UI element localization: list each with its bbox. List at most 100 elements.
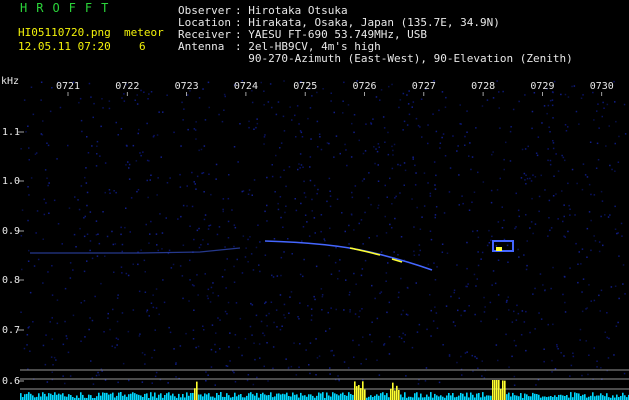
- noise-speck: [272, 346, 275, 348]
- noise-speck: [285, 185, 287, 188]
- noise-speck: [279, 328, 282, 331]
- noise-speck: [400, 337, 403, 340]
- noise-speck: [535, 152, 538, 154]
- noise-speck: [370, 122, 372, 124]
- noise-speck: [596, 142, 599, 145]
- noise-speck: [333, 354, 335, 357]
- noise-speck: [265, 314, 268, 317]
- noise-speck: [461, 195, 463, 197]
- noise-speck: [140, 249, 142, 251]
- noise-speck: [614, 142, 616, 145]
- histogram-bar: [216, 392, 218, 400]
- noise-speck: [217, 295, 220, 297]
- noise-speck: [353, 229, 355, 231]
- noise-speck: [275, 154, 277, 157]
- noise-speck: [404, 169, 407, 172]
- noise-speck: [40, 81, 43, 83]
- noise-speck: [241, 354, 243, 357]
- noise-speck: [222, 198, 225, 200]
- noise-speck: [271, 106, 273, 109]
- noise-speck: [398, 336, 401, 338]
- noise-speck: [157, 249, 159, 252]
- noise-speck: [224, 95, 226, 98]
- noise-speck: [464, 352, 467, 354]
- noise-speck: [198, 149, 200, 152]
- histogram-bar: [506, 394, 508, 400]
- histogram-bar: [488, 395, 490, 400]
- noise-speck: [411, 198, 413, 200]
- noise-speck: [413, 250, 415, 253]
- noise-speck: [128, 178, 131, 180]
- noise-speck: [161, 248, 163, 250]
- noise-speck: [418, 244, 421, 246]
- histogram-bar: [404, 392, 406, 400]
- noise-speck: [537, 136, 540, 138]
- noise-speck: [300, 202, 302, 205]
- noise-speck: [85, 167, 87, 169]
- noise-speck: [36, 210, 39, 212]
- noise-speck: [600, 289, 603, 292]
- noise-speck: [348, 294, 351, 296]
- noise-speck: [432, 320, 435, 322]
- noise-speck: [115, 337, 118, 339]
- noise-speck: [497, 294, 500, 296]
- noise-speck: [170, 267, 173, 269]
- noise-speck: [195, 138, 197, 140]
- noise-speck: [150, 174, 152, 176]
- noise-speck: [227, 197, 230, 200]
- noise-speck: [489, 301, 492, 304]
- noise-speck: [297, 168, 299, 171]
- noise-speck: [507, 261, 509, 263]
- noise-speck: [208, 173, 210, 175]
- noise-speck: [192, 329, 195, 331]
- histogram-bar: [186, 392, 188, 400]
- histogram-bar: [226, 393, 228, 400]
- noise-speck: [377, 180, 380, 182]
- noise-speck: [216, 233, 219, 236]
- noise-speck: [247, 374, 250, 376]
- noise-speck: [393, 143, 396, 146]
- noise-speck: [391, 167, 394, 170]
- histogram-bar: [268, 394, 270, 400]
- noise-speck: [563, 215, 565, 218]
- noise-speck: [384, 215, 386, 218]
- noise-speck: [264, 210, 266, 213]
- noise-speck: [212, 282, 214, 284]
- noise-speck: [28, 159, 30, 161]
- noise-speck: [203, 329, 205, 331]
- noise-speck: [95, 165, 98, 167]
- noise-speck: [121, 312, 124, 314]
- noise-speck: [567, 126, 569, 128]
- noise-speck: [329, 190, 331, 192]
- noise-speck: [549, 159, 552, 162]
- noise-speck: [56, 158, 58, 160]
- noise-speck: [203, 145, 206, 147]
- histogram-bar: [348, 392, 350, 400]
- noise-speck: [399, 99, 402, 101]
- noise-speck: [90, 96, 92, 98]
- noise-speck: [49, 321, 51, 323]
- noise-speck: [460, 355, 462, 358]
- histogram-bar: [64, 396, 66, 400]
- noise-speck: [187, 128, 189, 131]
- freq-tick-label: 0.6: [2, 376, 20, 387]
- noise-speck: [568, 204, 570, 207]
- noise-speck: [304, 214, 307, 216]
- noise-speck: [577, 263, 579, 265]
- noise-speck: [364, 259, 367, 262]
- noise-speck: [88, 82, 91, 85]
- noise-speck: [402, 92, 405, 95]
- histogram-bar: [274, 396, 276, 400]
- noise-speck: [298, 366, 300, 368]
- noise-speck: [560, 93, 562, 96]
- noise-speck: [205, 380, 207, 382]
- noise-speck: [234, 226, 237, 229]
- noise-speck: [607, 216, 610, 218]
- noise-speck: [233, 224, 236, 226]
- noise-speck: [371, 340, 373, 343]
- histogram-bar: [318, 392, 320, 400]
- noise-speck: [593, 119, 595, 121]
- noise-speck: [102, 211, 104, 213]
- noise-speck: [96, 255, 99, 257]
- histogram-bar: [492, 380, 494, 400]
